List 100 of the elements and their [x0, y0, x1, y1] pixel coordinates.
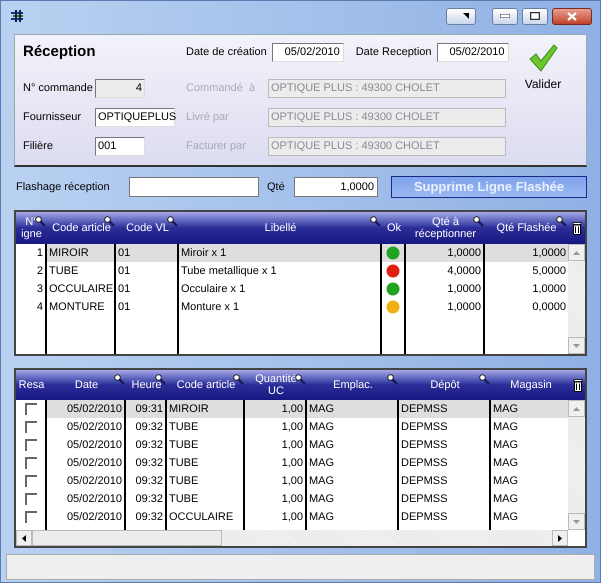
search-icon[interactable] [233, 374, 244, 385]
table-cell-text: 1,0000 [447, 246, 481, 261]
table-cell-text: 09:32 [135, 474, 163, 489]
table-cell-text: MIROIR [169, 402, 209, 417]
table-cell-text: 09:32 [135, 492, 163, 507]
table-cell-text: 09:32 [135, 438, 163, 453]
table-cell-text: DEPMSS [401, 474, 448, 489]
table-cell-text: DEPMSS [401, 420, 448, 435]
up-arrow-icon [573, 250, 580, 254]
delete-icon[interactable] [573, 378, 583, 392]
form-title: Réception [23, 42, 97, 62]
input-field[interactable]: 001 [95, 137, 145, 156]
table-cell-text: MAG [493, 438, 518, 453]
table-cell-text: 4 [36, 300, 43, 315]
column-header[interactable]: Quantité UC [255, 373, 297, 397]
column-header[interactable]: Emplac. [333, 379, 373, 391]
table-cell-text: 1,00 [282, 510, 303, 525]
search-icon[interactable] [387, 374, 398, 385]
column-header[interactable]: Libellé [264, 222, 296, 234]
table-cell-text: 1,00 [282, 402, 303, 417]
up-arrow-icon [573, 406, 580, 410]
horizontal-scrollbar[interactable] [16, 530, 568, 546]
table-cell-text: TUBE [169, 456, 198, 471]
maximize-icon [530, 12, 540, 20]
field-label: Date Reception [356, 44, 432, 60]
minimize-button[interactable] [492, 8, 518, 24]
column-header[interactable]: Magasin [510, 379, 552, 391]
delete-icon[interactable] [572, 222, 582, 234]
table-cell-text: TUBE [169, 438, 198, 453]
table-cell-text: DEPMSS [401, 456, 448, 471]
table-cell-text: 01 [118, 300, 130, 315]
search-icon[interactable] [167, 216, 178, 227]
table-cell-text: 4,0000 [447, 264, 481, 279]
table-cell-text: MAG [309, 474, 334, 489]
close-button[interactable] [552, 8, 592, 24]
table-cell-text: MAG [309, 456, 334, 471]
barcode-field[interactable] [129, 177, 259, 197]
table-cell-text: DEPMSS [401, 402, 448, 417]
column-header[interactable]: Ok [386, 222, 402, 234]
validate-button[interactable]: Valider [510, 35, 576, 93]
table-cell-text: MAG [493, 402, 518, 417]
table-cell-text: 1,00 [282, 438, 303, 453]
table-cell-text: 1,00 [282, 420, 303, 435]
date-field[interactable]: 05/02/2010 [436, 42, 509, 62]
field-label: Filière [23, 139, 54, 154]
table-cell-text: TUBE [169, 492, 198, 507]
column-header[interactable]: Resa [18, 379, 44, 391]
scroll-left-button[interactable] [16, 530, 32, 546]
table-cell-text: 05/02/2010 [66, 402, 122, 417]
table-cell-text: Tube metallique x 1 [181, 264, 277, 279]
column-header[interactable]: Code VL [126, 222, 169, 234]
field-label: Flashage réception [16, 180, 111, 195]
close-icon [567, 12, 577, 20]
column-header[interactable]: Code article [176, 379, 236, 391]
scroll-right-button[interactable] [552, 530, 568, 546]
column-header[interactable]: Dépôt [430, 379, 460, 391]
column-header[interactable]: Qté à réceptionner [414, 216, 476, 240]
maximize-button[interactable] [522, 8, 548, 24]
table-cell-text: Monture x 1 [181, 300, 240, 315]
search-icon[interactable] [295, 374, 306, 385]
table-cell-text: 05/02/2010 [66, 510, 122, 525]
search-icon[interactable] [479, 374, 490, 385]
window-menu-button[interactable] [446, 8, 476, 24]
date-field[interactable]: 05/02/2010 [272, 42, 344, 62]
column-header[interactable]: Date [74, 379, 98, 391]
table-cell-text: 1,00 [282, 474, 303, 489]
order-number-field[interactable]: 4 [95, 79, 145, 98]
table-cell-text: 1 [36, 246, 43, 261]
search-icon[interactable] [35, 216, 46, 227]
input-field[interactable]: OPTIQUEPLUS [95, 108, 175, 127]
quantity-field[interactable]: 1,0000 [294, 177, 378, 197]
table-cell-text: MAG [309, 510, 334, 525]
table-cell-text: 05/02/2010 [66, 492, 122, 507]
table-cell-text: MAG [309, 492, 334, 507]
table-cell-text: TUBE [169, 420, 198, 435]
table-cell-text: OCCULAIRE [169, 510, 234, 525]
column-header[interactable]: Heure [132, 379, 162, 391]
column-header[interactable]: Qté Flashée [496, 222, 556, 234]
search-icon[interactable] [473, 216, 484, 227]
table-cell-text: 09:32 [135, 420, 163, 435]
table-cell-text: 1,0000 [532, 282, 566, 297]
checkmark-icon [528, 43, 558, 73]
column-header[interactable]: Code article [52, 222, 111, 234]
search-icon[interactable] [556, 216, 567, 227]
table-cell-text: 05/02/2010 [66, 438, 122, 453]
minimize-icon [500, 14, 510, 18]
table-cell-text: TUBE [169, 474, 198, 489]
search-icon[interactable] [114, 374, 125, 385]
corner-icon [463, 13, 469, 19]
table-cell-text: MAG [309, 402, 334, 417]
down-arrow-icon [573, 520, 580, 524]
search-icon[interactable] [370, 216, 381, 227]
scroll-thumb[interactable] [32, 530, 222, 546]
field-label: Livré par [186, 110, 230, 126]
table-cell-text: MAG [493, 420, 518, 435]
right-arrow-icon [558, 534, 562, 542]
table-cell-text: MONTURE [49, 300, 105, 315]
table-cell-text: 09:32 [135, 456, 163, 471]
table-cell-text: 2 [36, 264, 43, 279]
table-cell-text: OCCULAIRE [49, 282, 114, 297]
